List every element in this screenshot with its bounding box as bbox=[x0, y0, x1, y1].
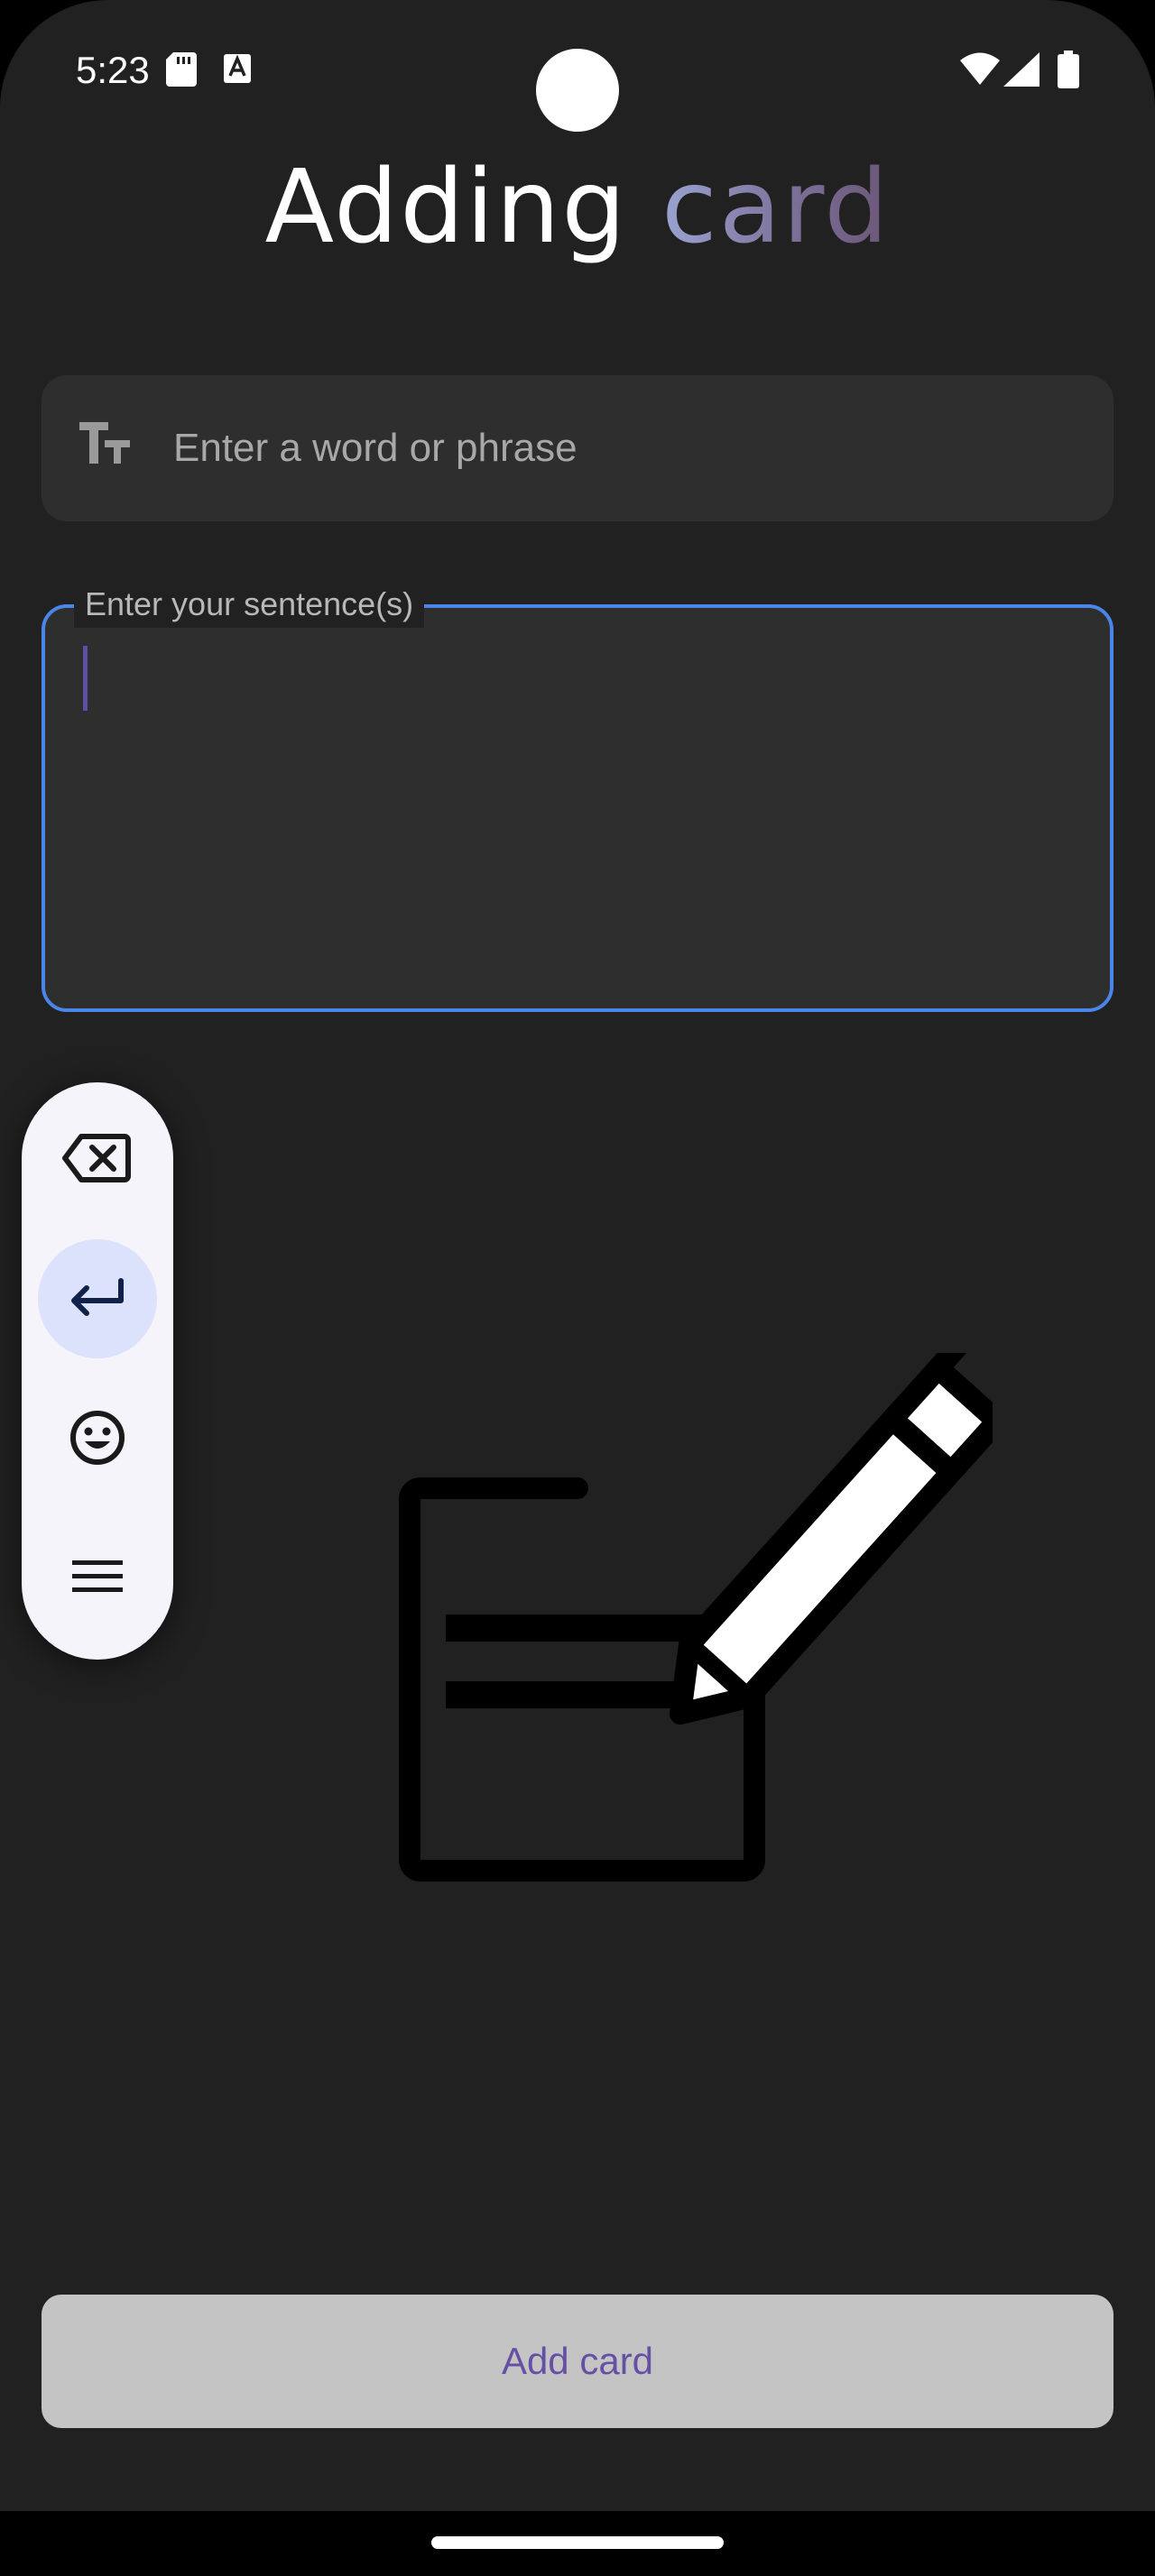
text-cursor bbox=[83, 646, 88, 711]
add-card-button[interactable]: Add card bbox=[42, 2295, 1113, 2428]
page-title: Adding card bbox=[0, 144, 1155, 271]
battery-icon bbox=[1058, 51, 1079, 93]
word-field[interactable] bbox=[42, 375, 1113, 521]
sentence-input[interactable] bbox=[42, 604, 1113, 1012]
emoji-button[interactable] bbox=[38, 1380, 157, 1499]
backspace-button[interactable] bbox=[38, 1100, 157, 1219]
home-indicator[interactable] bbox=[431, 2536, 724, 2549]
device: 5:23 Adding card Enter a word or phrase … bbox=[0, 0, 1155, 2576]
title-accent: card bbox=[661, 149, 891, 266]
title-main: Adding bbox=[264, 149, 662, 266]
keyboard-toolbar bbox=[22, 1082, 173, 1660]
text-size-icon bbox=[78, 420, 132, 470]
enter-icon bbox=[69, 1277, 126, 1321]
word-input[interactable] bbox=[171, 411, 1077, 485]
status-time: 5:23 bbox=[76, 49, 150, 91]
wifi-icon bbox=[960, 52, 1000, 89]
sd-card-icon bbox=[166, 52, 197, 91]
enter-button[interactable] bbox=[38, 1239, 157, 1358]
document-pencil-icon bbox=[379, 1311, 1049, 1899]
emoji-icon bbox=[69, 1409, 126, 1471]
camera-cutout bbox=[536, 49, 619, 132]
menu-icon bbox=[72, 1559, 123, 1599]
cell-signal-icon bbox=[1003, 52, 1040, 91]
text-a-icon bbox=[224, 54, 251, 87]
app-screen: 5:23 Adding card Enter a word or phrase … bbox=[0, 0, 1155, 2511]
menu-button[interactable] bbox=[38, 1519, 157, 1638]
sentence-label: Enter your sentence(s) bbox=[74, 581, 425, 628]
backspace-icon bbox=[61, 1131, 134, 1190]
